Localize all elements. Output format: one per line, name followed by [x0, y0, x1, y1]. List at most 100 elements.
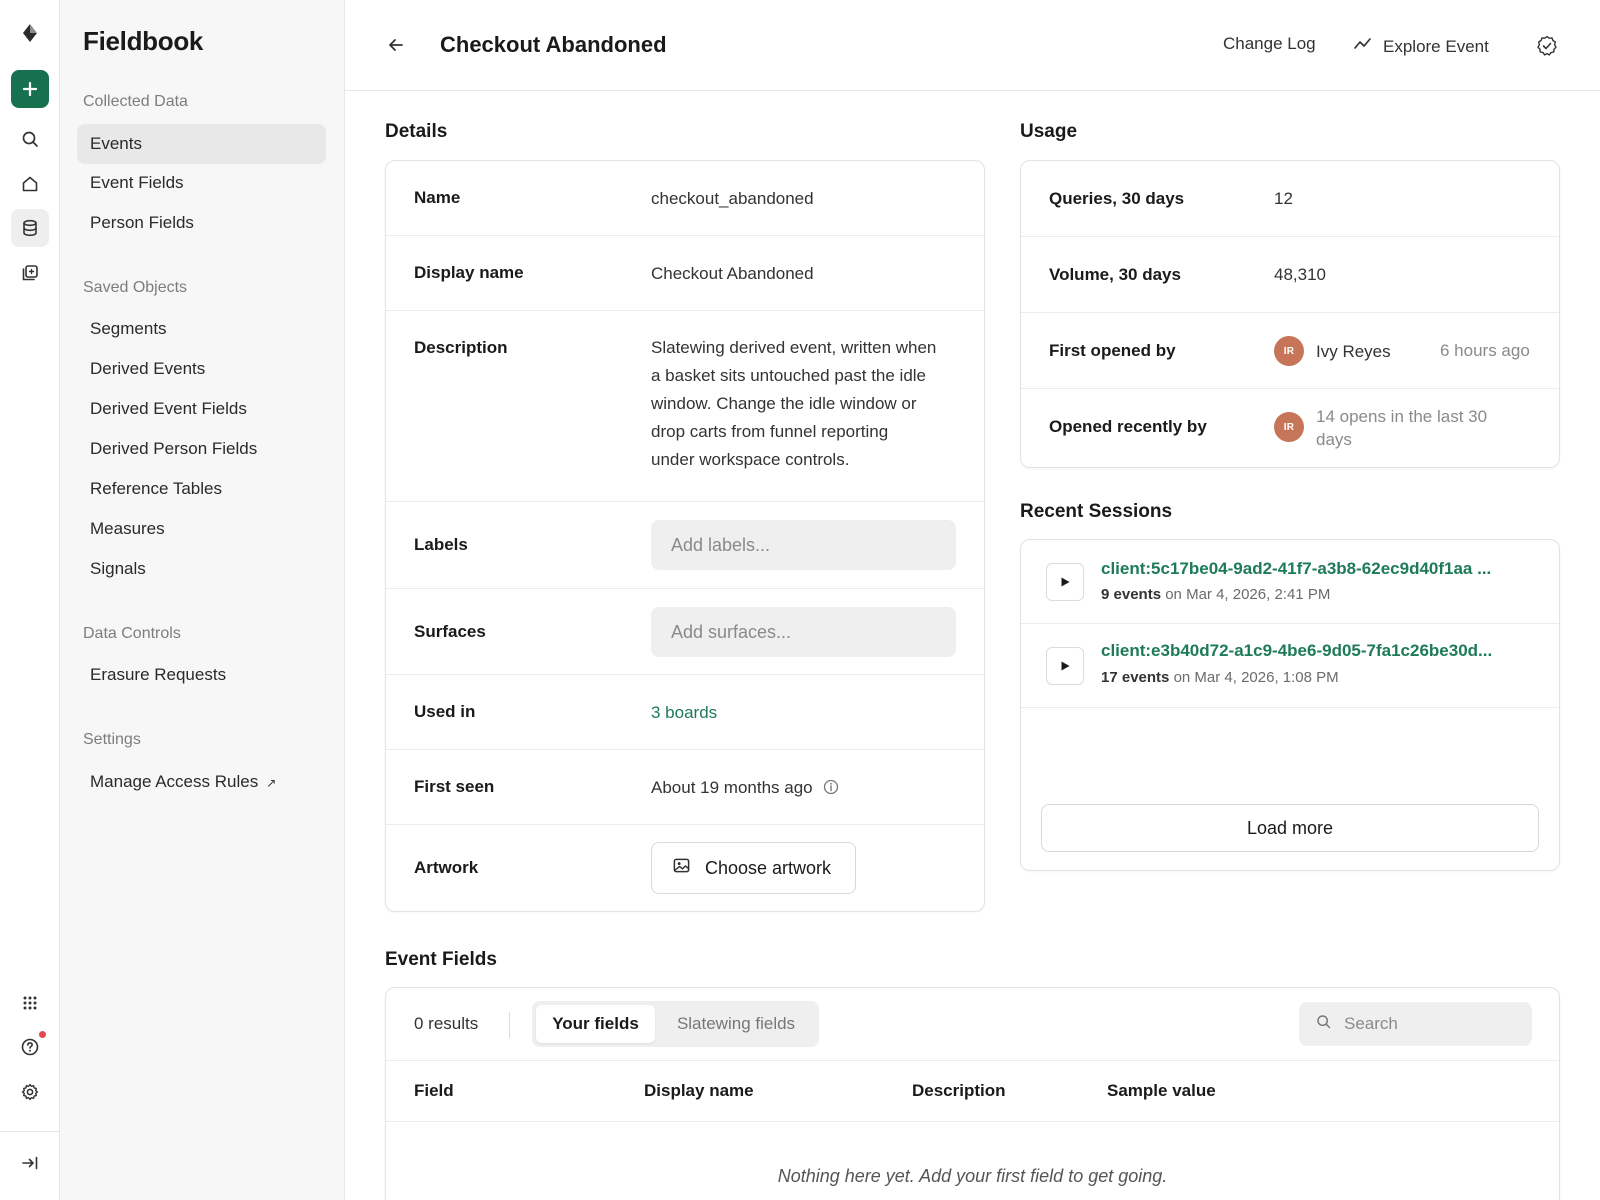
sidebar-item-segments[interactable]: Segments [77, 309, 326, 349]
sidebar-item-label: Person Fields [90, 213, 194, 232]
sidebar-item-label: Reference Tables [90, 479, 222, 498]
play-icon[interactable] [1046, 563, 1084, 601]
fields-tab-switcher: Your fields Slatewing fields [532, 1001, 819, 1047]
play-icon[interactable] [1046, 647, 1084, 685]
used-in-link[interactable]: 3 boards [651, 699, 717, 727]
tab-your-fields[interactable]: Your fields [536, 1005, 655, 1043]
first-opened-label: First opened by [1049, 341, 1176, 360]
sidebar-item-label: Events [90, 134, 142, 153]
column-header[interactable]: Field [414, 1081, 454, 1101]
notification-dot [39, 1031, 46, 1038]
sidebar-item-event-fields[interactable]: Event Fields [77, 163, 326, 203]
sidebar-item-events[interactable]: Events [77, 124, 326, 164]
opened-recently-summary: 14 opens in the last 30 days [1316, 405, 1487, 451]
used-in-label: Used in [414, 702, 476, 721]
choose-artwork-label: Choose artwork [705, 857, 832, 878]
sidebar-item-label: Derived Events [90, 359, 206, 378]
detail-row-artwork: Artwork Choose artwork [386, 825, 984, 911]
change-log-button[interactable]: Change Log [1223, 34, 1316, 54]
sidebar-item-derived-person-fields[interactable]: Derived Person Fields [77, 429, 326, 469]
session-id-link[interactable]: client:5c17be04-9ad2-41f7-a3b8-62ec9d40f… [1101, 559, 1531, 579]
library-icon[interactable] [11, 254, 49, 292]
sidebar-item-label: Derived Person Fields [90, 439, 258, 458]
sidebar-item-derived-events[interactable]: Derived Events [77, 349, 326, 389]
back-arrow-icon[interactable] [381, 30, 411, 60]
page-title: Checkout Abandoned [440, 32, 667, 57]
sidebar-item-measures[interactable]: Measures [77, 509, 326, 549]
usage-title: Usage [1020, 121, 1078, 142]
session-row[interactable]: client:e3b40d72-a1c9-4be6-9d05-7fa1c26be… [1021, 624, 1559, 708]
choose-artwork-button[interactable]: Choose artwork [651, 842, 856, 894]
usage-row-volume: Volume, 30 days 48,310 [1021, 237, 1559, 313]
sidebar-item-label: Derived Event Fields [90, 399, 247, 418]
tab-slatewing-fields[interactable]: Slatewing fields [657, 1005, 815, 1043]
database-icon[interactable] [11, 209, 49, 247]
search-icon [1315, 1013, 1332, 1035]
volume-label: Volume, 30 days [1049, 265, 1181, 284]
column-header[interactable]: Display name [644, 1081, 754, 1101]
surfaces-label: Surfaces [414, 622, 486, 641]
name-label: Name [414, 188, 461, 207]
usage-row-opened-recently: Opened recently by IR 14 opens in the la… [1021, 389, 1559, 467]
change-log-label: Change Log [1223, 34, 1316, 53]
settings-icon[interactable] [11, 1073, 49, 1111]
image-icon [672, 856, 691, 880]
labels-label: Labels [414, 535, 468, 554]
verified-badge-icon[interactable] [1532, 31, 1562, 61]
search-input[interactable] [1344, 1014, 1514, 1034]
detail-row-used-in: Used in 3 boards [386, 675, 984, 750]
first-seen-text: About 19 months ago [651, 778, 813, 797]
sidebar-item-reference-tables[interactable]: Reference Tables [77, 469, 326, 509]
column-header[interactable]: Sample value [1107, 1081, 1216, 1101]
page-header: Checkout Abandoned Change Log Explore Ev… [345, 0, 1600, 91]
sidebar-item-signals[interactable]: Signals [77, 549, 326, 589]
sidebar-item-derived-event-fields[interactable]: Derived Event Fields [77, 389, 326, 429]
detail-row-description: Description Slatewing derived event, wri… [386, 311, 984, 502]
logo-icon[interactable] [11, 14, 49, 52]
collapse-icon[interactable] [11, 1144, 49, 1182]
sidebar-item-label: Manage Access Rules [90, 772, 259, 791]
session-event-count: 17 events [1101, 669, 1170, 686]
opened-recently-line: days [1316, 430, 1352, 449]
sidebar-section-title: Data Controls [83, 625, 181, 642]
labels-input[interactable]: Add labels... [651, 520, 956, 570]
session-event-count: 9 events [1101, 586, 1162, 603]
sidebar-item-erasure-requests[interactable]: Erasure Requests [77, 655, 326, 695]
plus-icon[interactable] [11, 70, 49, 108]
empty-state-message: Nothing here yet. Add your first field t… [777, 1166, 1168, 1186]
queries-label: Queries, 30 days [1049, 189, 1185, 208]
details-card: Name checkout_abandoned Display name Che… [385, 160, 985, 912]
session-meta: 17 events on Mar 4, 2026, 1:08 PM [1101, 669, 1339, 686]
explore-event-button[interactable]: Explore Event [1353, 34, 1489, 59]
sidebar-item-manage-access-rules[interactable]: Manage Access Rules ↗ [77, 762, 326, 802]
session-time: on Mar 4, 2026, 2:41 PM [1165, 586, 1331, 603]
sidebar: Fieldbook Collected Data Events Event Fi… [60, 0, 345, 1200]
divider [509, 1012, 510, 1038]
avatar: IR [1274, 336, 1304, 366]
description-line: drop carts from funnel reporting [651, 422, 889, 441]
session-id-link[interactable]: client:e3b40d72-a1c9-4be6-9d05-7fa1c26be… [1101, 641, 1531, 661]
first-seen-label: First seen [414, 777, 495, 796]
first-opened-name[interactable]: Ivy Reyes [1316, 342, 1391, 362]
display-name-label: Display name [414, 263, 524, 282]
opened-recently-line: 14 opens in the last 30 [1316, 407, 1488, 426]
info-icon[interactable] [823, 779, 839, 795]
home-icon[interactable] [11, 165, 49, 203]
first-seen-value: About 19 months ago [651, 774, 839, 802]
recent-sessions-title: Recent Sessions [1020, 501, 1173, 522]
detail-row-labels: Labels Add labels... [386, 502, 984, 589]
sidebar-item-person-fields[interactable]: Person Fields [77, 203, 326, 243]
first-opened-time: 6 hours ago [1440, 341, 1530, 360]
search-icon[interactable] [11, 120, 49, 158]
volume-value: 48,310 [1274, 265, 1326, 284]
description-line: under workspace controls. [651, 450, 850, 469]
display-name-value: Checkout Abandoned [651, 264, 814, 283]
apps-grid-icon[interactable] [11, 984, 49, 1022]
surfaces-input[interactable]: Add surfaces... [651, 607, 956, 657]
load-more-button[interactable]: Load more [1041, 804, 1539, 852]
artwork-label: Artwork [414, 858, 479, 877]
column-header[interactable]: Description [912, 1081, 1006, 1101]
session-row[interactable]: client:5c17be04-9ad2-41f7-a3b8-62ec9d40f… [1021, 540, 1559, 624]
usage-row-first-opened: First opened by IR Ivy Reyes 6 hours ago [1021, 313, 1559, 389]
explore-event-label: Explore Event [1383, 36, 1489, 56]
